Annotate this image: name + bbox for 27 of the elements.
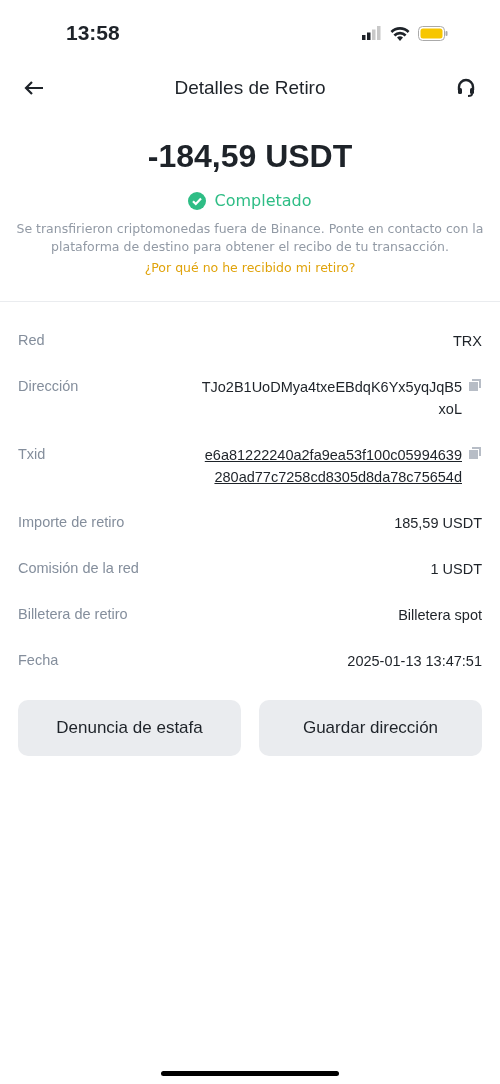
page-title: Detalles de Retiro: [174, 77, 326, 99]
status-time: 13:58: [66, 21, 120, 45]
withdrawal-amount: -184,59 USDT: [147, 138, 353, 175]
detail-value: TRX: [453, 332, 482, 351]
detail-value: 2025-01-13 13:47:51: [347, 652, 482, 671]
detail-label: Fecha: [18, 652, 59, 668]
detail-label: Dirección: [18, 378, 79, 394]
txid-link[interactable]: e6a81222240a2fa9ea53f100c05994639280ad77c7258cd8305d8da78c75654d: [198, 444, 462, 488]
action-button[interactable]: Guardar dirección: [259, 700, 482, 756]
wifi-icon: [390, 25, 410, 41]
check-circle-icon: [188, 191, 207, 210]
signal-icon: [362, 26, 382, 40]
action-button[interactable]: Denuncia de estafa: [18, 700, 241, 756]
detail-label: Txid: [18, 446, 46, 462]
battery-icon: [418, 25, 448, 41]
detail-value: TJo2B1UoDMya4txeEBdqK6Yx5yqJqB5xoL: [200, 378, 462, 419]
detail-value: 1 USDT: [430, 560, 482, 579]
detail-label: Billetera de retiro: [18, 606, 128, 622]
detail-label: Comisión de la red: [18, 560, 139, 576]
headset-icon[interactable]: [456, 78, 476, 98]
status-label: Completado: [214, 191, 312, 210]
back-button[interactable]: [24, 80, 44, 96]
detail-label: Importe de retiro: [18, 514, 125, 530]
detail-value: 185,59 USDT: [394, 514, 482, 533]
info-message: Se transfirieron criptomonedas fuera de Binance. Ponte en contacto con la plataforma de destino para obtener el recibo de tu transacción.: [15, 220, 485, 256]
detail-label: Red: [18, 332, 45, 348]
detail-value: Billetera spot: [398, 606, 482, 625]
